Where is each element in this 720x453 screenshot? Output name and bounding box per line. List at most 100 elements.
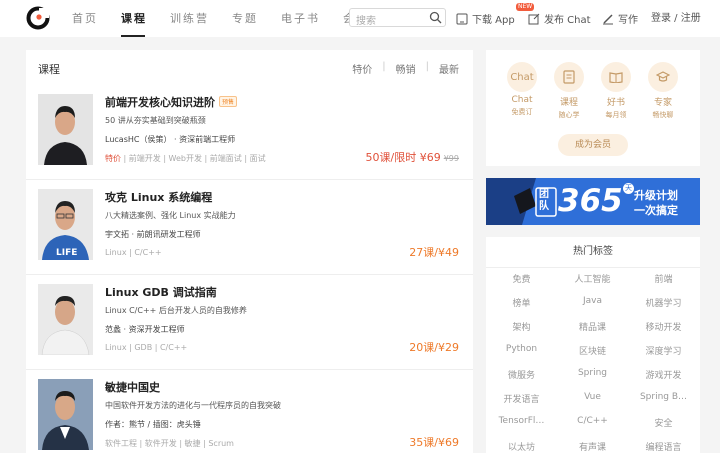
benefit-sub: 每月领 — [605, 111, 627, 119]
nav-courses[interactable]: 课程 — [121, 0, 147, 37]
team-365-banner[interactable]: 团队 365 天 升级计划 一次搞定 — [486, 178, 700, 225]
discount-tag: 特价 — [105, 154, 121, 163]
member-benefit-books[interactable]: 好书 每月领 — [596, 62, 636, 120]
hot-tag[interactable]: 人工智能 — [557, 272, 628, 285]
course-desc: 50 讲从夯实基础到突破瓶颈 — [105, 116, 206, 125]
nav-topics[interactable]: 专题 — [232, 0, 258, 37]
become-member-button[interactable]: 成为会员 — [558, 134, 628, 156]
course-cover-image[interactable] — [38, 284, 93, 355]
course-doc-icon — [554, 62, 584, 92]
nav-ebooks[interactable]: 电子书 — [281, 0, 320, 37]
course-title[interactable]: Linux GDB 调试指南 — [105, 284, 217, 300]
nav-home[interactable]: 首页 — [72, 0, 98, 37]
hot-tag[interactable]: 游戏开发 — [628, 368, 699, 381]
hot-tag[interactable]: 以太坊 — [486, 440, 557, 453]
course-item[interactable]: Linux GDB 调试指南 Linux C/C++ 后台开发人员的自我修养 范… — [26, 275, 473, 370]
pen-icon — [603, 13, 613, 24]
course-price: 35课/¥69 — [409, 436, 459, 449]
benefit-name: 专家 — [653, 98, 672, 108]
course-desc: 中国软件开发方法的进化与一代程序员的自我突破 — [105, 401, 281, 410]
publish-chat-label: 发布 Chat — [544, 15, 591, 26]
course-price: 50课/限时 ¥69 ¥99 — [365, 151, 459, 164]
logo-icon[interactable] — [26, 6, 50, 30]
course-tags: 软件工程 | 软件开发 | 敏捷 | Scrum — [105, 439, 234, 448]
download-app-label: 下载 App — [472, 15, 515, 26]
sort-discount[interactable]: 特价 — [352, 61, 372, 76]
hot-tag[interactable]: 微服务 — [486, 368, 557, 381]
membership-card: Chat Chat 免费订 课程 随心学 好书 每月领 专家 畅快聊 成为会员 — [486, 50, 700, 166]
course-cover-image[interactable] — [38, 379, 93, 450]
hot-tag[interactable]: Java — [557, 296, 628, 306]
book-icon — [601, 62, 631, 92]
hot-tag[interactable]: 安全 — [628, 416, 699, 429]
course-list-panel: 课程 特价 | 畅销 | 最新 前端开发核心知识进阶 预售 50 讲从夯实基础到突… — [26, 50, 473, 453]
hot-tag[interactable]: 前端 — [628, 272, 699, 285]
edit-box-icon — [528, 13, 540, 24]
member-benefit-chat[interactable]: Chat Chat 免费订 — [502, 62, 542, 117]
banner-line1: 升级计划 — [634, 189, 678, 202]
course-item[interactable]: LIFE 攻克 Linux 系统编程 八大精选案例、强化 Linux 实战能力 … — [26, 180, 473, 275]
course-desc: 八大精选案例、强化 Linux 实战能力 — [105, 211, 236, 220]
sort-separator: | — [425, 61, 429, 72]
member-benefit-course[interactable]: 课程 随心学 — [549, 62, 589, 120]
hot-tag[interactable]: 有声课 — [557, 440, 628, 453]
search-box — [349, 8, 446, 30]
hot-tag[interactable]: 机器学习 — [628, 296, 699, 309]
hot-tag[interactable]: 深度学习 — [628, 344, 699, 357]
hot-tag[interactable]: 区块链 — [557, 344, 628, 357]
hot-tag[interactable]: TensorFl… — [486, 416, 557, 426]
benefit-name: 好书 — [606, 98, 625, 108]
hot-tag[interactable]: Spring — [557, 368, 628, 378]
hot-tag[interactable]: Python — [486, 344, 557, 354]
course-title[interactable]: 敏捷中国史 — [105, 379, 160, 395]
publish-chat-link[interactable]: 发布 Chat — [528, 0, 591, 37]
hot-tags-panel: 热门标签 免费 人工智能 前端 榜单 Java 机器学习 架构 精品课 移动开发… — [486, 237, 700, 453]
write-link[interactable]: 写作 — [602, 0, 638, 37]
member-benefit-experts[interactable]: 专家 畅快聊 — [643, 62, 683, 120]
top-header: 首页 课程 训练营 专题 电子书 会员 下载 App NEW 发布 Chat 写… — [0, 0, 720, 37]
sort-newest[interactable]: 最新 — [439, 61, 459, 76]
sort-options: 特价 | 畅销 | 最新 — [352, 61, 459, 76]
hot-tag[interactable]: 移动开发 — [628, 320, 699, 333]
hot-tag[interactable]: Vue — [557, 392, 628, 402]
hot-tag[interactable]: 架构 — [486, 320, 557, 333]
course-title[interactable]: 攻克 Linux 系统编程 — [105, 189, 212, 205]
course-item[interactable]: 敏捷中国史 中国软件开发方法的进化与一代程序员的自我突破 作者：熊节 / 插图：… — [26, 370, 473, 453]
search-input[interactable] — [350, 13, 424, 30]
course-cover-image[interactable] — [38, 94, 93, 165]
banner-365-text: 365 — [558, 183, 623, 219]
hot-tag[interactable]: 精品课 — [557, 320, 628, 333]
hot-tag[interactable]: 编程语言 — [628, 440, 699, 453]
course-cover-image[interactable]: LIFE — [38, 189, 93, 260]
svg-text:LIFE: LIFE — [56, 248, 77, 258]
nav-bootcamp[interactable]: 训练营 — [170, 0, 209, 37]
hot-tag[interactable]: 开发语言 — [486, 392, 557, 405]
course-desc: Linux C/C++ 后台开发人员的自我修养 — [105, 306, 247, 315]
sort-separator: | — [382, 61, 386, 72]
course-price: 20课/¥29 — [409, 341, 459, 354]
hot-tag[interactable]: 榜单 — [486, 296, 557, 309]
benefit-sub: 随心学 — [558, 111, 580, 119]
course-tags: Linux | GDB | C/C++ — [105, 343, 188, 352]
main-nav: 首页 课程 训练营 专题 电子书 会员 — [72, 0, 392, 37]
login-register-link[interactable]: 登录 / 注册 — [651, 0, 701, 37]
course-price: 27课/¥49 — [409, 246, 459, 259]
course-item[interactable]: 前端开发核心知识进阶 预售 50 讲从夯实基础到突破瓶颈 LucasHC（侯策） … — [26, 85, 473, 180]
benefit-name: 课程 — [559, 98, 578, 108]
hot-tag[interactable]: C/C++ — [557, 416, 628, 426]
download-app-link[interactable]: 下载 App — [456, 0, 515, 37]
benefit-name: Chat — [511, 95, 533, 105]
search-icon[interactable] — [429, 11, 442, 24]
hot-tag[interactable]: 免费 — [486, 272, 557, 285]
course-list-title: 课程 — [38, 63, 60, 76]
banner-line2: 一次搞定 — [634, 204, 678, 217]
original-price: ¥99 — [443, 154, 459, 163]
phone-icon — [456, 13, 468, 24]
sort-bestselling[interactable]: 畅销 — [396, 61, 416, 76]
course-title[interactable]: 前端开发核心知识进阶 预售 — [105, 94, 238, 110]
hot-tag[interactable]: Spring B… — [628, 392, 699, 402]
chat-icon: Chat — [507, 62, 537, 92]
benefit-sub: 畅快聊 — [652, 111, 674, 119]
write-label: 写作 — [618, 15, 638, 26]
course-tags: Linux | C/C++ — [105, 248, 162, 257]
